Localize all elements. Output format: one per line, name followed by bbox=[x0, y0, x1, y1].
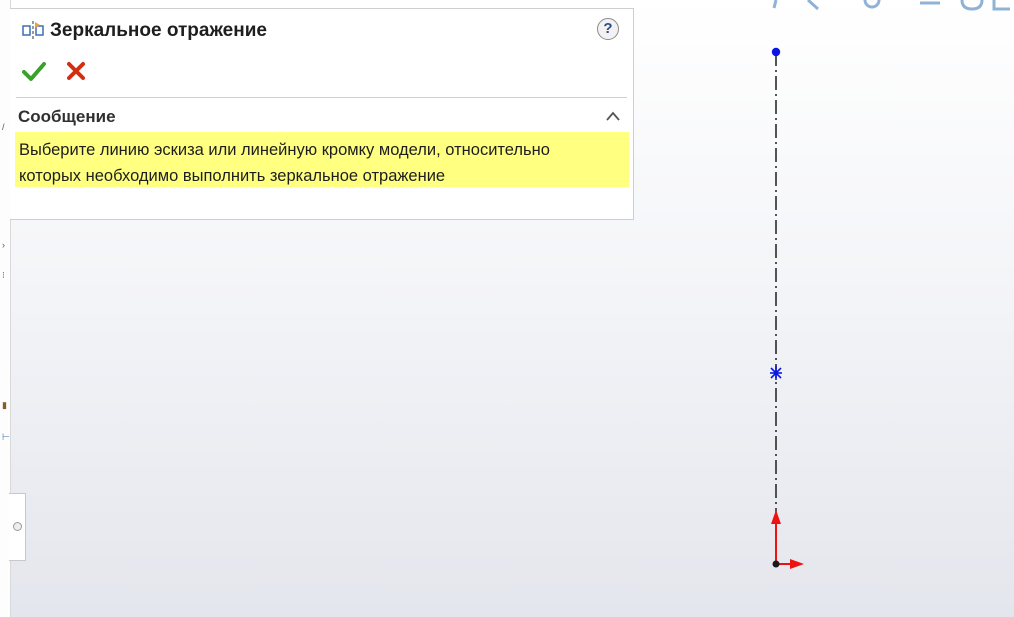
close-icon bbox=[67, 62, 85, 80]
cancel-button[interactable] bbox=[64, 59, 88, 83]
panel-header: Зеркальное отражение bbox=[22, 19, 267, 43]
mirror-entities-icon bbox=[22, 21, 44, 41]
ok-button[interactable] bbox=[22, 59, 46, 83]
check-icon bbox=[22, 62, 46, 81]
message-text-line: Выберите линию эскиза или линейную кромк… bbox=[19, 141, 550, 159]
message-section-title[interactable]: Сообщение bbox=[18, 107, 116, 127]
heads-up-toolbar-fragment bbox=[772, 0, 1010, 11]
panel-title: Зеркальное отражение bbox=[50, 20, 267, 41]
section-divider bbox=[16, 97, 627, 98]
property-manager-panel: Зеркальное отражение ? Сообщение Выберит… bbox=[10, 8, 634, 220]
origin-icon bbox=[771, 510, 804, 569]
midpoint-marker-icon[interactable] bbox=[770, 366, 782, 380]
message-text-line: которых необходимо выполнить зеркальное … bbox=[19, 167, 446, 185]
help-icon[interactable]: ? bbox=[597, 18, 619, 40]
chevron-up-icon[interactable] bbox=[605, 109, 621, 123]
message-box: Выберите линию эскиза или линейную кромк… bbox=[15, 132, 629, 187]
endpoint-icon[interactable] bbox=[771, 47, 781, 57]
